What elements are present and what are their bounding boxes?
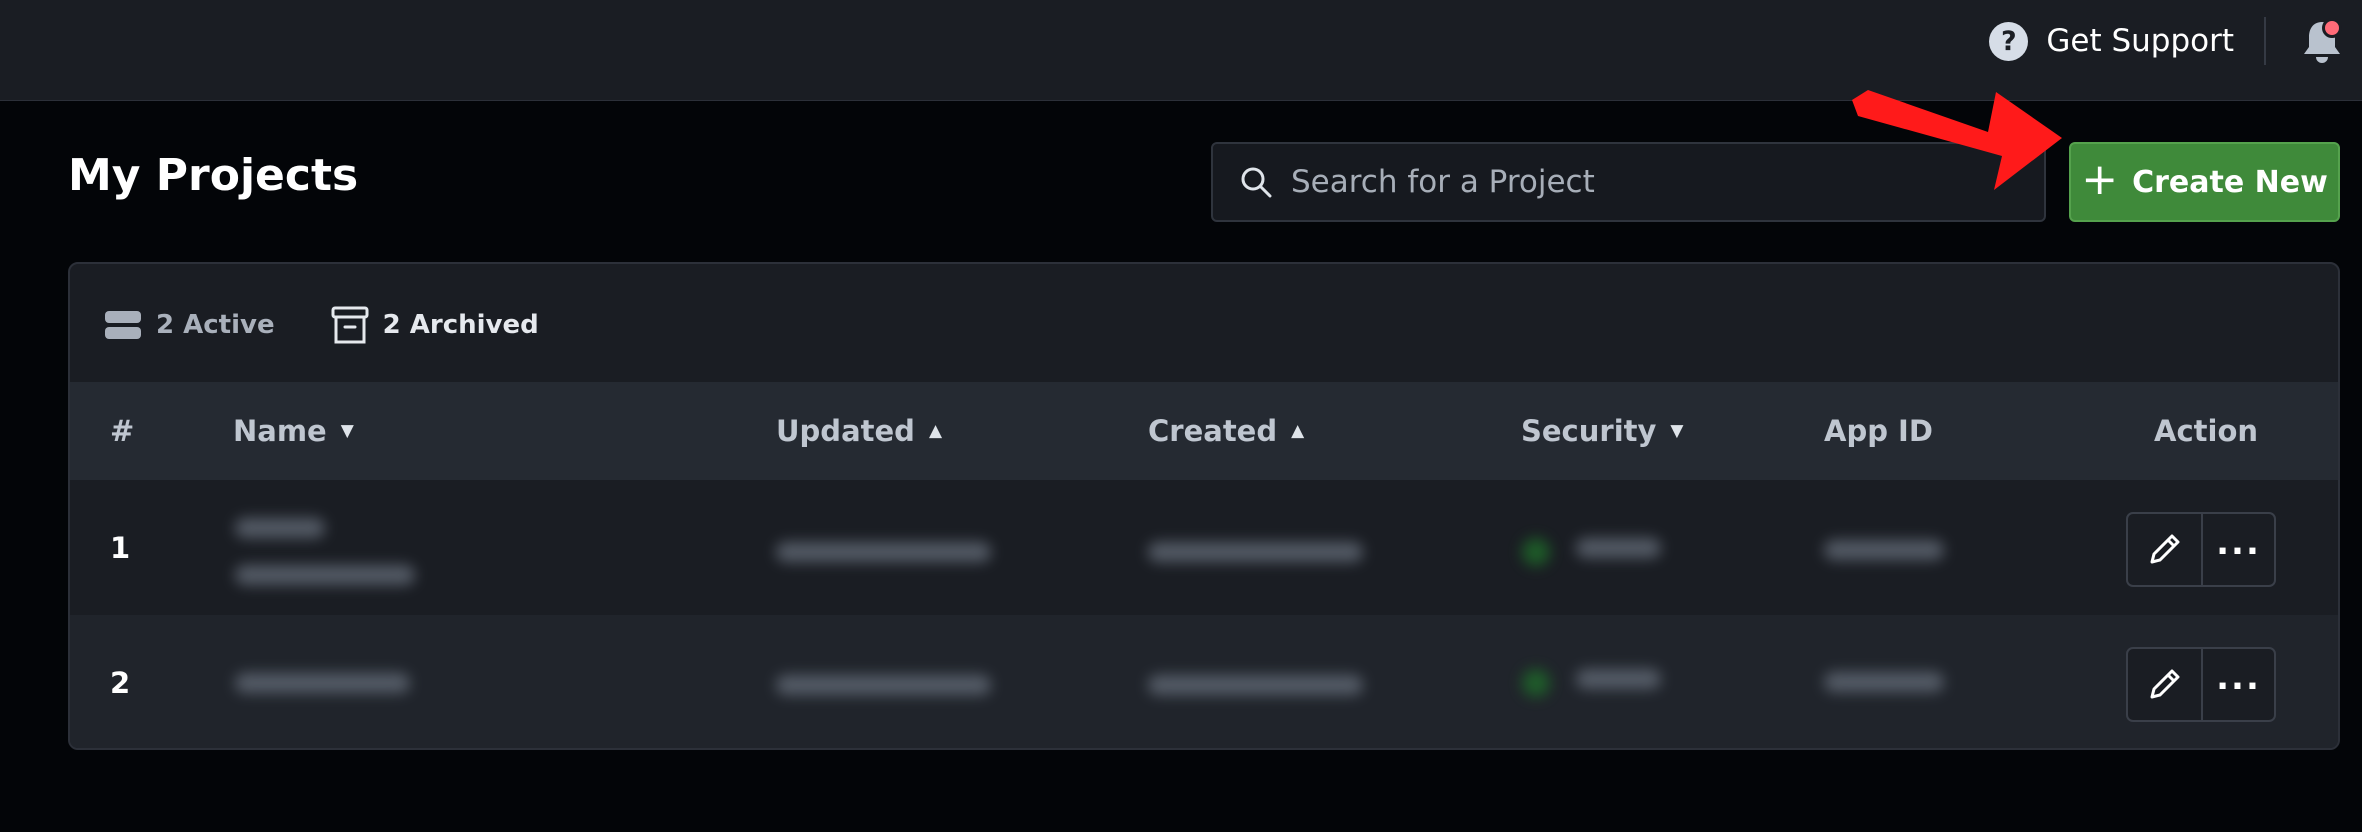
sort-down-icon: ▼ [1670,421,1684,441]
archived-count-label: 2 Archived [382,310,539,340]
redacted-updated [776,542,991,562]
column-name[interactable]: Name ▼ [233,382,354,480]
topbar-divider [2264,17,2266,65]
redacted-project-name [235,518,325,538]
column-number: # [110,382,134,480]
column-app-id-label: App ID [1824,414,1933,448]
redacted-app-id [1824,540,1944,560]
sort-down-icon: ▼ [340,421,354,441]
row-actions: ... [2126,647,2276,722]
pencil-icon [2150,669,2180,698]
column-security-label: Security [1521,414,1657,448]
active-count-label: 2 Active [156,310,275,340]
redacted-project-name [235,673,410,693]
redacted-created [1148,675,1363,695]
create-new-label: Create New [2132,164,2328,200]
project-filters: 2 Active 2 Archived [104,304,539,346]
column-number-label: # [110,414,135,448]
redacted-security [1576,669,1661,689]
more-options-button[interactable]: ... [2200,514,2274,585]
get-support-link[interactable]: ? Get Support [1989,20,2234,62]
table-header: # Name ▼ Updated ▲ Created ▲ Security ▼ … [70,382,2338,480]
column-updated-label: Updated [776,414,915,448]
more-options-button[interactable]: ... [2200,649,2274,720]
table-row[interactable]: 1 ... [70,480,2338,615]
active-filter[interactable]: 2 Active [104,310,275,340]
ellipsis-icon: ... [2216,657,2261,698]
table-row[interactable]: 2 ... [70,615,2338,748]
row-number: 2 [110,665,131,700]
create-new-button[interactable]: + Create New [2069,142,2340,222]
redacted-security [1576,538,1661,558]
row-actions: ... [2126,512,2276,587]
pencil-icon [2150,534,2180,563]
row-number: 1 [110,530,131,565]
notification-badge [2322,18,2342,38]
edit-button[interactable] [2128,514,2201,585]
plus-icon: + [2081,154,2119,205]
search-icon [1241,167,1272,198]
column-name-label: Name [233,414,327,448]
column-security[interactable]: Security ▼ [1521,382,1683,480]
projects-panel: 2 Active 2 Archived # Name ▼ Updated ▲ C… [68,262,2340,750]
annotation-arrow [1852,90,2062,190]
ellipsis-icon: ... [2216,522,2261,563]
security-status-dot [1522,538,1550,566]
column-app-id: App ID [1824,382,1933,480]
sort-up-icon: ▲ [928,421,943,441]
sort-up-icon: ▲ [1291,421,1305,441]
column-updated[interactable]: Updated ▲ [776,382,942,480]
column-action: Action [2154,382,2258,480]
question-circle-icon: ? [1989,21,2029,61]
edit-button[interactable] [2128,649,2201,720]
redacted-created [1148,542,1363,562]
column-action-label: Action [2154,414,2259,448]
get-support-label: Get Support [2046,23,2234,59]
archived-filter[interactable]: 2 Archived [331,305,539,345]
redacted-app-id [1824,672,1944,692]
column-created-label: Created [1148,414,1278,448]
redacted-project-name [235,565,415,585]
page-title: My Projects [68,150,359,201]
archive-box-icon [331,306,369,344]
security-status-dot [1522,669,1550,697]
stack-icon [105,311,141,339]
column-created[interactable]: Created ▲ [1148,382,1304,480]
redacted-updated [776,675,991,695]
